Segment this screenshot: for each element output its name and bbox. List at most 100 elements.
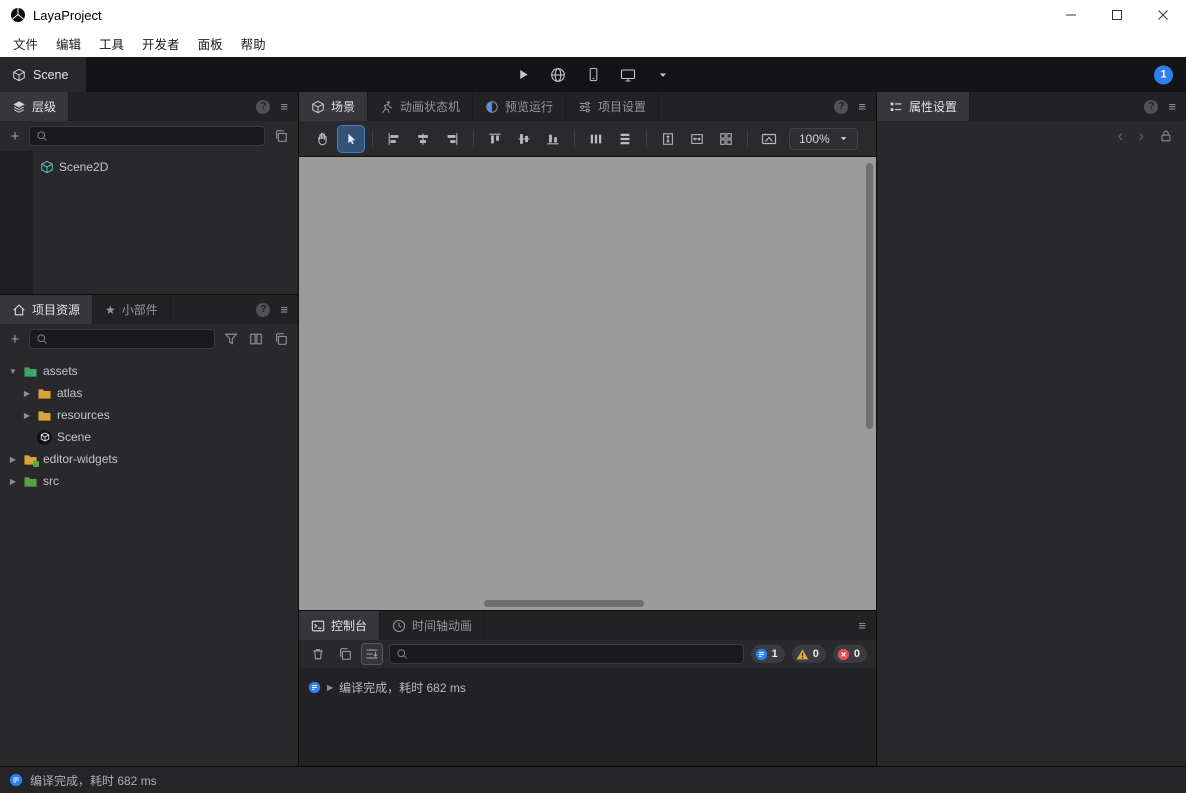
maximize-button[interactable] xyxy=(1094,0,1140,30)
tab-timeline-animation[interactable]: 时间轴动画 xyxy=(380,611,485,640)
align-top-button[interactable] xyxy=(482,126,508,152)
panel-menu-icon[interactable]: ≡ xyxy=(858,618,866,633)
minimize-button[interactable] xyxy=(1048,0,1094,30)
stretch-height-icon xyxy=(661,132,675,146)
close-button[interactable] xyxy=(1140,0,1186,30)
help-icon[interactable]: ? xyxy=(256,303,270,317)
align-right-button[interactable] xyxy=(439,126,465,152)
hierarchy-search[interactable] xyxy=(29,126,265,146)
tab-preview-run[interactable]: 预览运行 xyxy=(473,92,566,121)
distribute-horizontal-button[interactable] xyxy=(583,126,609,152)
assets-search[interactable] xyxy=(29,329,215,349)
tab-project-settings[interactable]: 项目设置 xyxy=(566,92,659,121)
collapse-logs-button[interactable] xyxy=(362,644,382,664)
horizontal-scrollbar[interactable] xyxy=(484,600,644,607)
tab-project-assets[interactable]: 项目资源 xyxy=(0,295,93,324)
help-icon[interactable]: ? xyxy=(1144,100,1158,114)
expand-collapse-button[interactable] xyxy=(272,127,290,145)
mobile-preview-button[interactable] xyxy=(581,63,605,87)
add-asset-button[interactable]: + xyxy=(8,332,22,347)
panel-menu-icon[interactable]: ≡ xyxy=(280,99,288,114)
tree-expanded-icon[interactable]: ▼ xyxy=(8,367,18,376)
panel-menu-icon[interactable]: ≡ xyxy=(280,302,288,317)
stretch-height-button[interactable] xyxy=(655,126,681,152)
help-icon[interactable]: ? xyxy=(256,100,270,114)
align-horizontal-center-button[interactable] xyxy=(410,126,436,152)
stretch-width-icon xyxy=(690,132,704,146)
tab-scene[interactable]: 场景 xyxy=(299,92,368,121)
menu-file[interactable]: 文件 xyxy=(4,34,47,53)
lock-icon xyxy=(1159,129,1173,143)
error-count-badge[interactable]: 0 xyxy=(833,645,867,663)
tree-node-src[interactable]: ▶ src xyxy=(0,470,298,492)
help-icon[interactable]: ? xyxy=(834,100,848,114)
tree-collapsed-icon[interactable]: ▶ xyxy=(22,389,32,398)
tab-widgets[interactable]: ★ 小部件 xyxy=(93,295,171,324)
panel-menu-icon[interactable]: ≡ xyxy=(1168,99,1176,114)
menu-developer[interactable]: 开发者 xyxy=(133,34,189,53)
preview-circle-icon xyxy=(485,100,499,114)
play-button[interactable] xyxy=(511,63,535,87)
menu-panel[interactable]: 面板 xyxy=(189,34,232,53)
browser-preview-button[interactable] xyxy=(546,63,570,87)
clear-console-button[interactable] xyxy=(308,644,328,664)
scene-document-tab[interactable]: Scene xyxy=(0,57,86,92)
log-entry[interactable]: ▶ 编译完成，耗时 682 ms xyxy=(308,679,866,696)
lock-button[interactable] xyxy=(1159,129,1173,143)
grid-arrange-button[interactable] xyxy=(713,126,739,152)
stretch-width-button[interactable] xyxy=(684,126,710,152)
tree-node-scene2d[interactable]: Scene2D xyxy=(0,156,298,178)
tab-properties[interactable]: 属性设置 xyxy=(877,92,970,121)
tree-collapsed-icon[interactable]: ▶ xyxy=(22,411,32,420)
tree-collapsed-icon[interactable]: ▶ xyxy=(8,455,18,464)
zoom-select[interactable]: 100% xyxy=(789,128,858,150)
assets-search-input[interactable] xyxy=(53,332,208,346)
error-icon xyxy=(837,648,850,661)
tree-node-atlas[interactable]: ▶ atlas xyxy=(0,382,298,404)
tab-animation-state-machine[interactable]: 动画状态机 xyxy=(368,92,473,121)
globe-icon xyxy=(550,67,566,83)
display-resolution-button[interactable] xyxy=(756,126,782,152)
console-search[interactable] xyxy=(389,644,744,664)
split-view-button[interactable] xyxy=(247,330,265,348)
history-forward-button[interactable]: › xyxy=(1138,127,1144,144)
user-badge[interactable]: 1 xyxy=(1154,65,1173,84)
menu-help[interactable]: 帮助 xyxy=(232,34,275,53)
tree-node-scene-asset[interactable]: Scene xyxy=(0,426,298,448)
info-count-badge[interactable]: 1 xyxy=(751,645,785,663)
warning-count-badge[interactable]: 0 xyxy=(792,645,826,663)
status-message[interactable]: 编译完成，耗时 682 ms xyxy=(30,772,157,789)
history-back-button[interactable]: ‹ xyxy=(1118,127,1124,144)
align-bottom-button[interactable] xyxy=(540,126,566,152)
filter-icon xyxy=(224,332,238,346)
filter-button[interactable] xyxy=(222,330,240,348)
add-node-button[interactable]: + xyxy=(8,129,22,144)
tab-hierarchy[interactable]: 层级 xyxy=(0,92,69,121)
hierarchy-header: 层级 ? ≡ xyxy=(0,92,298,121)
log-expander-icon[interactable]: ▶ xyxy=(327,683,333,692)
pan-tool-button[interactable] xyxy=(309,126,335,152)
hierarchy-search-input[interactable] xyxy=(53,129,258,143)
menu-tools[interactable]: 工具 xyxy=(90,34,133,53)
desktop-preview-button[interactable] xyxy=(616,63,640,87)
hierarchy-toolbar: + xyxy=(0,121,298,151)
console-search-input[interactable] xyxy=(413,647,737,661)
tab-console[interactable]: 控制台 xyxy=(299,611,380,640)
align-left-button[interactable] xyxy=(381,126,407,152)
distribute-vertical-button[interactable] xyxy=(612,126,638,152)
align-vertical-center-button[interactable] xyxy=(511,126,537,152)
tune-icon xyxy=(578,100,592,114)
vertical-scrollbar[interactable] xyxy=(866,163,873,429)
menu-edit[interactable]: 编辑 xyxy=(47,34,90,53)
preview-device-dropdown[interactable] xyxy=(651,63,675,87)
tree-node-assets[interactable]: ▼ assets xyxy=(0,360,298,382)
tree-node-editor-widgets[interactable]: ▶ editor-widgets xyxy=(0,448,298,470)
scene-canvas[interactable] xyxy=(299,157,876,610)
tree-node-resources[interactable]: ▶ resources xyxy=(0,404,298,426)
copy-log-button[interactable] xyxy=(335,644,355,664)
panel-menu-icon[interactable]: ≡ xyxy=(858,99,866,114)
select-tool-button[interactable] xyxy=(338,126,364,152)
collapse-all-button[interactable] xyxy=(272,330,290,348)
info-count: 1 xyxy=(772,648,778,660)
tree-collapsed-icon[interactable]: ▶ xyxy=(8,477,18,486)
